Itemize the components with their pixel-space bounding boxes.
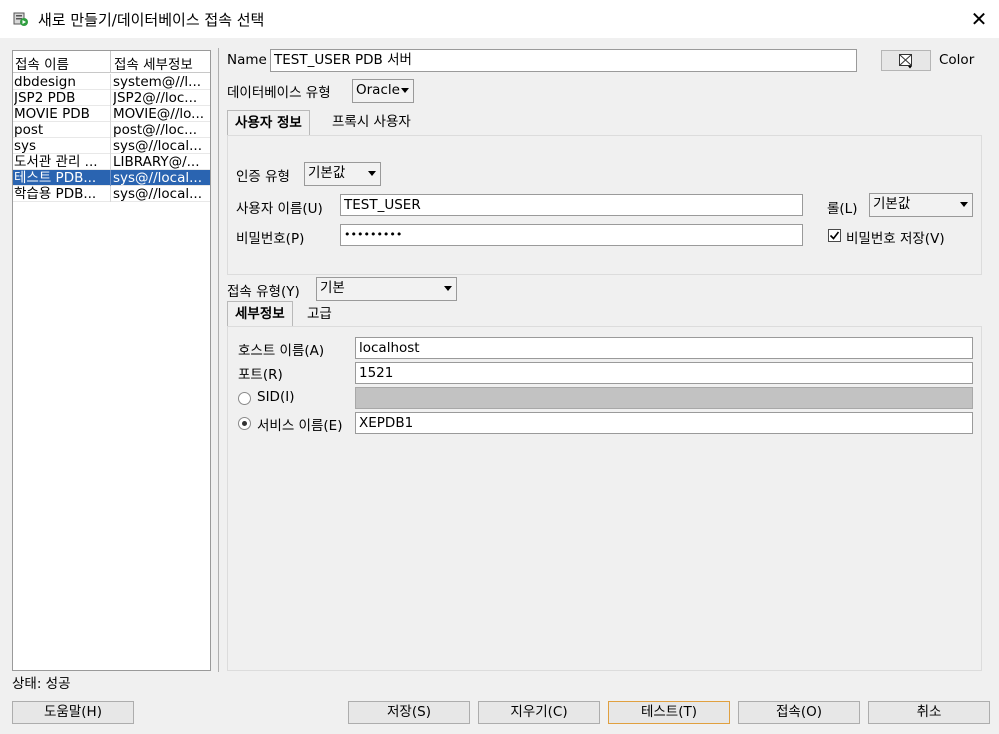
service-name-input[interactable]: XEPDB1 <box>355 412 973 434</box>
list-item-name: post <box>14 122 44 138</box>
list-item[interactable]: sys sys@//local... <box>13 138 210 154</box>
sid-label[interactable]: SID(I) <box>257 389 294 405</box>
role-value: 기본값 <box>873 196 911 212</box>
tab-proxy-user[interactable]: 프록시 사용자 <box>328 110 415 136</box>
tab-details[interactable]: 세부정보 <box>227 301 293 327</box>
password-input[interactable]: ••••••••• <box>340 224 803 246</box>
host-input[interactable]: localhost <box>355 337 973 359</box>
list-item-details: MOVIE@//lo... <box>113 106 205 122</box>
name-label: Name <box>227 52 267 68</box>
role-select[interactable]: 기본값 <box>869 193 973 217</box>
list-item-details: sys@//local... <box>113 170 202 186</box>
list-item[interactable]: MOVIE PDB MOVIE@//lo... <box>13 106 210 122</box>
list-item-name: 학습용 PDB... <box>14 186 97 202</box>
service-name-radio[interactable] <box>238 417 251 430</box>
chevron-down-icon <box>401 88 409 93</box>
help-button[interactable]: 도움말(H) <box>12 701 134 724</box>
list-item-name: MOVIE PDB <box>14 106 90 122</box>
list-item[interactable]: 도서관 관리 ... LIBRARY@/... <box>13 154 210 170</box>
connect-button[interactable]: 접속(O) <box>738 701 860 724</box>
color-label: Color <box>939 52 975 68</box>
username-label: 사용자 이름(U) <box>236 201 323 217</box>
tab-user-info[interactable]: 사용자 정보 <box>227 110 310 136</box>
db-type-label: 데이터베이스 유형 <box>227 85 331 101</box>
list-item-details: sys@//local... <box>113 138 202 154</box>
cancel-button[interactable]: 취소 <box>868 701 990 724</box>
db-type-select[interactable]: Oracle <box>352 79 414 103</box>
chevron-down-icon <box>444 286 452 291</box>
auth-type-select[interactable]: 기본값 <box>304 162 381 186</box>
clear-button[interactable]: 지우기(C) <box>478 701 600 724</box>
close-icon[interactable]: ✕ <box>966 6 992 32</box>
window-title: 새로 만들기/데이터베이스 접속 선택 <box>38 11 265 29</box>
list-item-details: system@//l... <box>113 74 202 90</box>
port-input[interactable]: 1521 <box>355 362 973 384</box>
database-connection-icon <box>13 12 28 26</box>
list-item-details: JSP2@//loc... <box>113 90 198 106</box>
color-button[interactable] <box>881 50 931 71</box>
password-label: 비밀번호(P) <box>236 231 305 247</box>
sid-input <box>355 387 973 409</box>
connection-type-label: 접속 유형(Y) <box>227 284 300 300</box>
list-item[interactable]: JSP2 PDB JSP2@//loc... <box>13 90 210 106</box>
list-item-details: sys@//local... <box>113 186 202 202</box>
list-item-details: LIBRARY@/... <box>113 154 200 170</box>
list-item-name: 테스트 PDB... <box>14 170 97 186</box>
list-item-name: 도서관 관리 ... <box>14 154 98 170</box>
list-header: 접속 이름 접속 세부정보 <box>13 51 210 73</box>
status-text: 상태: 성공 <box>12 676 71 692</box>
connection-type-select[interactable]: 기본 <box>316 277 457 301</box>
auth-type-value: 기본값 <box>308 165 346 181</box>
list-item-name: JSP2 PDB <box>14 90 76 106</box>
connection-type-value: 기본 <box>320 280 345 296</box>
auth-type-label: 인증 유형 <box>236 169 290 185</box>
host-label: 호스트 이름(A) <box>238 343 325 359</box>
save-password-label[interactable]: 비밀번호 저장(V) <box>846 227 945 247</box>
username-input[interactable]: TEST_USER <box>340 194 803 216</box>
list-item-details: post@//loc... <box>113 122 198 138</box>
role-label: 롤(L) <box>827 201 858 217</box>
splitter[interactable] <box>218 48 219 672</box>
save-password-checkbox[interactable] <box>828 229 841 242</box>
list-item[interactable]: dbdesign system@//l... <box>13 74 210 90</box>
connection-list[interactable]: 접속 이름 접속 세부정보 dbdesign system@//l... JSP2… <box>12 50 211 671</box>
save-button[interactable]: 저장(S) <box>348 701 470 724</box>
color-picker-icon <box>899 54 912 69</box>
list-item[interactable]: 학습용 PDB... sys@//local... <box>13 186 210 202</box>
list-item-name: sys <box>14 138 37 154</box>
list-item[interactable]: post post@//loc... <box>13 122 210 138</box>
list-item-selected[interactable]: 테스트 PDB... sys@//local... <box>13 170 210 186</box>
column-header-details[interactable]: 접속 세부정보 <box>114 53 193 73</box>
name-input[interactable]: TEST_USER PDB 서버 <box>270 49 857 72</box>
db-type-value: Oracle <box>356 82 400 98</box>
sid-radio[interactable] <box>238 392 251 405</box>
service-name-label[interactable]: 서비스 이름(E) <box>257 414 342 434</box>
chevron-down-icon <box>960 202 968 207</box>
port-label: 포트(R) <box>238 367 283 383</box>
chevron-down-icon <box>368 171 376 176</box>
column-header-name[interactable]: 접속 이름 <box>15 53 69 73</box>
test-button[interactable]: 테스트(T) <box>608 701 730 724</box>
list-item-name: dbdesign <box>14 74 76 90</box>
checkmark-icon <box>829 231 840 240</box>
tab-advanced[interactable]: 고급 <box>303 302 336 328</box>
